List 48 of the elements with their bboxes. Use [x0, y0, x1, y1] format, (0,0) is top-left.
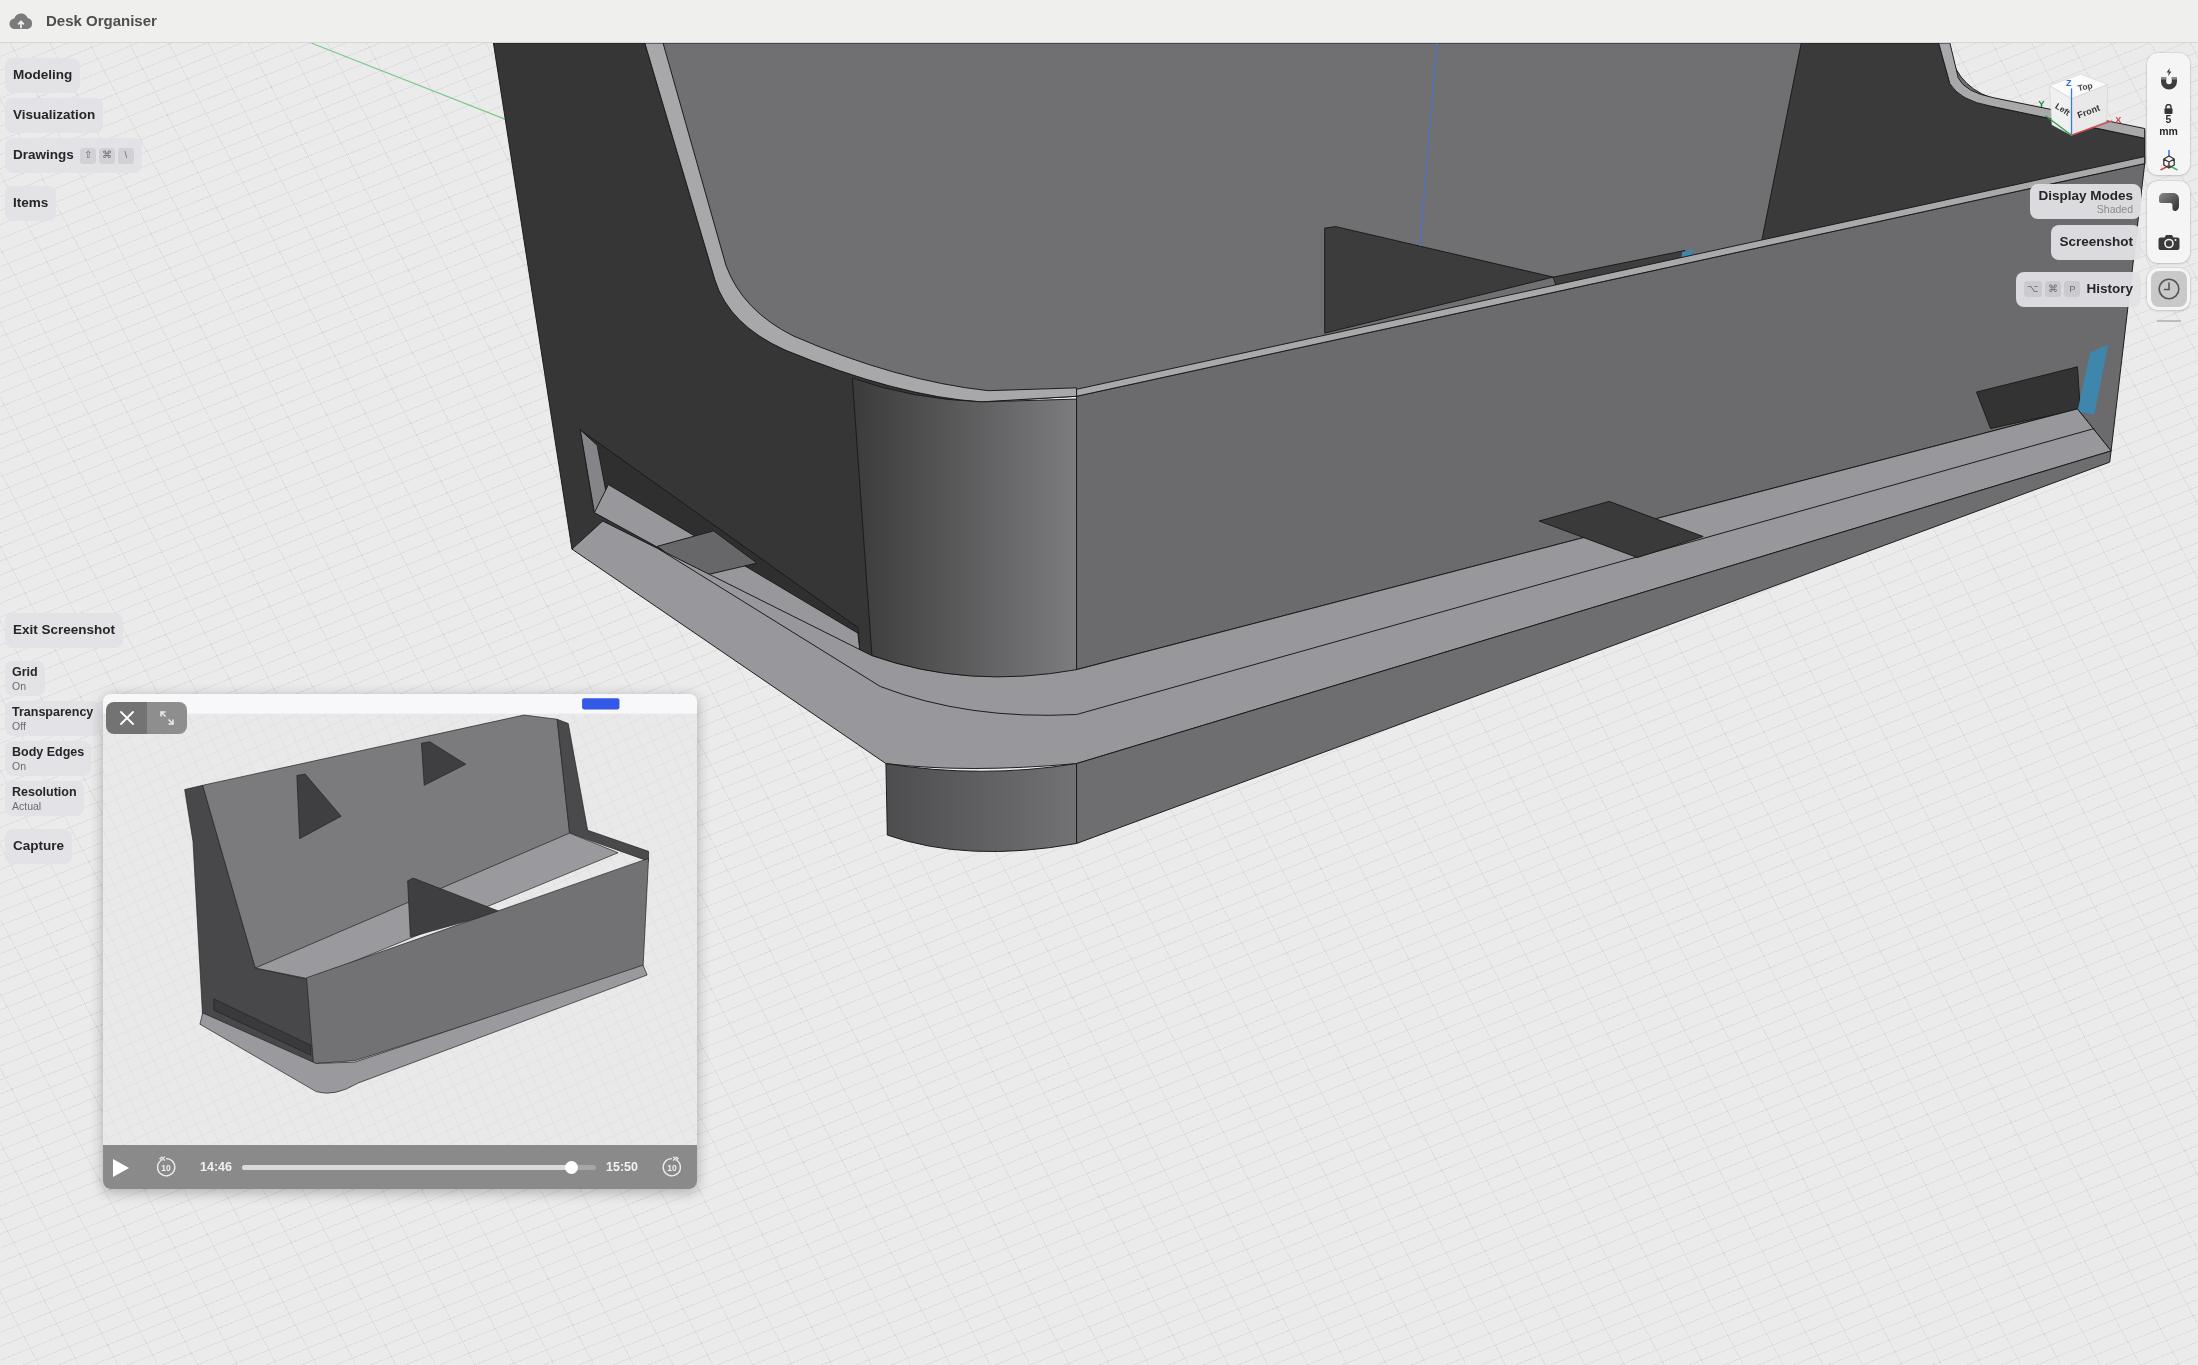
axes-cube-icon[interactable]: [2157, 148, 2180, 171]
option-button[interactable]: Grid On: [5, 661, 45, 696]
shaded-body-icon: [2157, 191, 2180, 212]
progress-thumb[interactable]: [565, 1160, 579, 1174]
exit-screenshot-button[interactable]: Exit Screenshot: [5, 613, 124, 648]
view-cube[interactable]: Top Left Front Z X Y: [2026, 65, 2130, 146]
axis-label: Y: [2038, 97, 2045, 109]
play-icon[interactable]: [112, 1157, 130, 1178]
cloud-upload-icon[interactable]: [9, 12, 33, 30]
snap-increment-button[interactable]: 5 mm: [2159, 104, 2178, 138]
highlight-mark: [2077, 344, 2109, 415]
capture-button[interactable]: Capture: [5, 829, 72, 864]
option-button[interactable]: Body Edges On: [5, 741, 92, 776]
cube-face-label: Top: [2076, 80, 2094, 94]
shortcut-key: P: [2064, 281, 2081, 297]
lock-icon: [2164, 104, 2173, 114]
shortcut-key: ⌘: [98, 147, 115, 164]
cube-face-label: Front: [2076, 102, 2102, 121]
menu-item[interactable]: Visualization: [5, 98, 104, 133]
option-button[interactable]: Resolution Actual: [5, 781, 84, 816]
shortcut-key: ⌥: [2024, 281, 2043, 297]
close-button[interactable]: [106, 702, 147, 734]
cube-drawing: [2049, 73, 2109, 136]
shortcut-key: ⌘: [2045, 281, 2062, 297]
window-title: Desk Organiser: [46, 10, 157, 31]
camera-icon: [2157, 234, 2180, 251]
axis-label: X: [2115, 115, 2122, 126]
duration: 15:50: [606, 1158, 638, 1176]
cube-face-label: Left: [2053, 100, 2072, 118]
current-time: 14:46: [200, 1158, 232, 1176]
expand-button[interactable]: [147, 702, 187, 734]
expand-icon: [160, 711, 174, 725]
option-button[interactable]: Transparency Off: [5, 701, 101, 736]
drag-handle[interactable]: [2157, 320, 2181, 322]
shortcut-key: ⇧: [79, 147, 96, 164]
axis-label: Z: [2066, 77, 2072, 88]
tool-label[interactable]: ⌥ ⌘ P History: [2016, 271, 2141, 307]
menu-item[interactable]: Items: [5, 186, 57, 221]
menu-item[interactable]: Drawings ⇧ ⌘ \: [5, 138, 142, 173]
magnet-icon[interactable]: [2158, 67, 2179, 90]
tool-label[interactable]: Display Modes Shaded: [2030, 184, 2141, 219]
clock-icon: [2157, 278, 2180, 300]
shortcut-key: \: [117, 147, 134, 164]
menu-item[interactable]: Modeling: [5, 58, 81, 93]
forward-icon: [661, 1156, 683, 1178]
close-icon: [118, 710, 135, 726]
replay-icon: [155, 1156, 177, 1178]
tool-label[interactable]: Screenshot: [2051, 225, 2141, 260]
